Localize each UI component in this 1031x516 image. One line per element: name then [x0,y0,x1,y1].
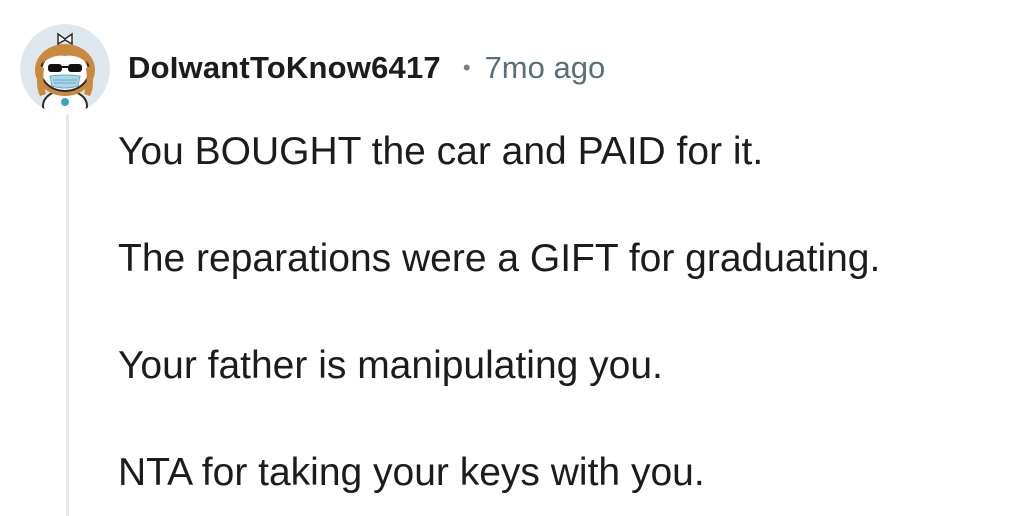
avatar[interactable] [20,24,110,114]
meta-separator: • [462,55,471,80]
comment-body: You BOUGHT the car and PAID for it. The … [118,126,1018,499]
thread-line[interactable] [66,112,69,516]
comment: DoIwantToKnow6417 • 7mo ago You BOUGHT t… [0,0,1031,516]
comment-header: DoIwantToKnow6417 • 7mo ago [128,46,605,90]
comment-paragraph: NTA for taking your keys with you. [118,451,705,494]
comment-paragraph: The reparations were a GIFT for graduati… [118,237,881,280]
snoo-avatar-icon [20,24,110,114]
timestamp[interactable]: 7mo ago [485,50,606,86]
comment-paragraph: You BOUGHT the car and PAID for it. [118,130,764,173]
comment-paragraph: Your father is manipulating you. [118,344,663,387]
username-link[interactable]: DoIwantToKnow6417 [128,50,441,86]
